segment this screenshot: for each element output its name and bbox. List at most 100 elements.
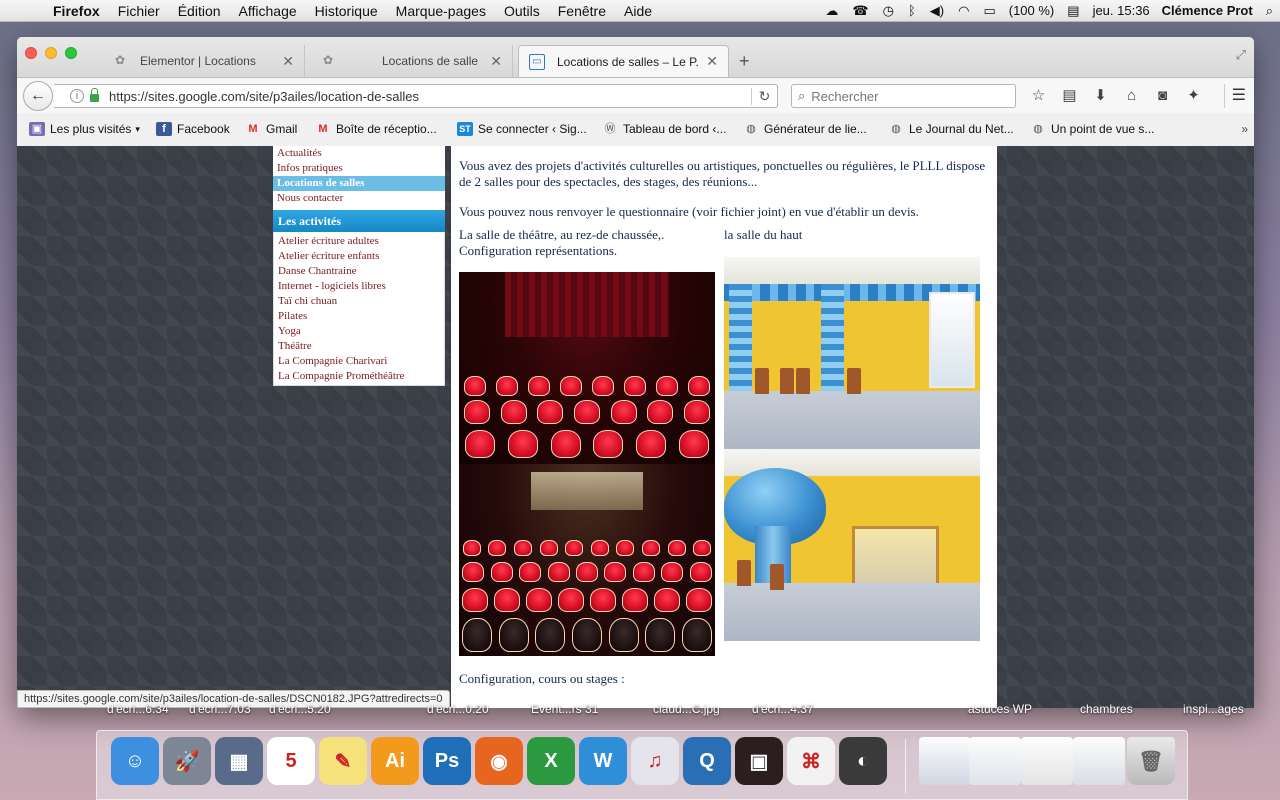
desktop-file-label[interactable]: d'écri...0.20 [427, 702, 489, 716]
search-input[interactable] [811, 88, 1002, 104]
mamp-icon[interactable]: ◐ [839, 737, 887, 785]
bookmark-les-plus-visites[interactable]: ▣ Les plus visités ▾ [29, 122, 140, 136]
theatre-photo-2[interactable] [459, 464, 715, 656]
bookmark-gmail[interactable]: M Gmail [245, 122, 297, 136]
recent-window-thumbnail[interactable] [1073, 737, 1125, 785]
close-window-button[interactable] [25, 47, 37, 59]
pocket-icon[interactable]: ◙ [1147, 84, 1178, 108]
bookmark-journal-du-net[interactable]: ◍ Le Journal du Net... [888, 122, 1014, 136]
menu-aide[interactable]: Aide [615, 3, 661, 19]
nav-danse-chantraine[interactable]: Danse Chantraine [274, 264, 444, 279]
quicktime-icon[interactable]: Q [683, 737, 731, 785]
menu-outils[interactable]: Outils [495, 3, 549, 19]
calendar-menu-icon[interactable]: ▤ [1060, 3, 1086, 19]
zoom-window-button[interactable] [65, 47, 77, 59]
menu-marque-pages[interactable]: Marque-pages [387, 3, 495, 19]
home-icon[interactable]: ⌂ [1116, 84, 1147, 108]
site-info-icon[interactable]: i [70, 89, 84, 103]
nav-locations-de-salles[interactable]: Locations de salles [273, 176, 445, 191]
word-icon[interactable]: W [579, 737, 627, 785]
reload-icon[interactable]: ↻ [751, 87, 777, 105]
trash-icon[interactable]: 🗑 [1127, 737, 1175, 785]
close-tab-icon[interactable]: ✕ [282, 53, 294, 70]
recent-window-thumbnail[interactable] [919, 737, 971, 785]
downloads-icon[interactable]: ⬇ [1085, 84, 1116, 108]
bookmark-se-connecter[interactable]: ST Se connecter ‹ Sig... [457, 122, 587, 136]
menubar-user[interactable]: Clémence Prot [1156, 3, 1259, 18]
tab-elementor-locations[interactable]: ✿ Elementor | Locations ✕ [102, 45, 305, 77]
battery-icon[interactable]: ▭ [976, 3, 1002, 19]
excel-icon[interactable]: X [527, 737, 575, 785]
bookmark-boite-reception[interactable]: M Boîte de réceptio... [315, 122, 436, 136]
photoshop-icon[interactable]: Ps [423, 737, 471, 785]
reading-list-icon[interactable]: ▤ [1054, 84, 1085, 108]
extension-icon[interactable]: ✦ [1178, 84, 1209, 108]
desktop-file-label[interactable]: inspi...ages [1183, 702, 1244, 716]
desktop-file-label[interactable]: astuces WP [968, 702, 1032, 716]
bookmark-tableau-de-bord[interactable]: Ⓦ Tableau de bord ‹... [602, 122, 727, 136]
menu-firefox[interactable]: Firefox [44, 3, 109, 19]
desktop-file-label[interactable]: Event...rs 31 [531, 702, 598, 716]
acrobat-icon[interactable]: ⌘ [787, 737, 835, 785]
desktop-file-label[interactable]: d'écri...7.03 [189, 702, 251, 716]
bookmarks-overflow-icon[interactable]: » [1241, 122, 1248, 136]
search-bar[interactable]: ⌕ [791, 84, 1016, 108]
desktop-file-label[interactable]: d'écri...4.37 [752, 702, 814, 716]
menubar-clock[interactable]: jeu. 15:36 [1087, 3, 1156, 18]
indesign-icon[interactable]: ▣ [735, 737, 783, 785]
finder-icon[interactable]: ☺ [111, 737, 159, 785]
bookmark-facebook[interactable]: f Facebook [156, 122, 230, 136]
tab-locations-de-salle[interactable]: ✿ Locations de salle ✕ [310, 45, 513, 77]
recent-window-thumbnail[interactable] [1021, 737, 1073, 785]
menu-affichage[interactable]: Affichage [230, 3, 306, 19]
nav-compagnie-charivari[interactable]: La Compagnie Charivari [274, 354, 444, 369]
url-bar[interactable]: i https://sites.google.com/site/p3ailes/… [54, 84, 778, 108]
url-text[interactable]: https://sites.google.com/site/p3ailes/lo… [109, 89, 751, 104]
illustrator-icon[interactable]: Ai [371, 737, 419, 785]
bookmark-star-icon[interactable]: ☆ [1023, 84, 1054, 108]
nav-pilates[interactable]: Pilates [274, 309, 444, 324]
menu-fenetre[interactable]: Fenêtre [549, 3, 615, 19]
nav-theatre[interactable]: Théâtre [274, 339, 444, 354]
bookmark-un-point-de-vue[interactable]: ◍ Un point de vue s... [1030, 122, 1154, 136]
stickies-icon[interactable]: ✎ [319, 737, 367, 785]
time-machine-icon[interactable]: ◷ [876, 3, 901, 19]
bookmark-generateur[interactable]: ◍ Générateur de lie... [743, 122, 867, 136]
new-tab-icon[interactable]: + [739, 51, 750, 72]
desktop-file-label[interactable]: claud...C.jpg [653, 702, 720, 716]
fullscreen-icon[interactable]: ⤢ [1236, 47, 1246, 63]
nav-yoga[interactable]: Yoga [274, 324, 444, 339]
cloud-upload-icon[interactable]: ☁ [818, 3, 845, 19]
nav-actualites[interactable]: Actualités [273, 146, 445, 161]
nav-infos-pratiques[interactable]: Infos pratiques [273, 161, 445, 176]
spotlight-search-icon[interactable]: ⌕ [1259, 3, 1280, 19]
upper-room-photo-2[interactable] [724, 449, 980, 641]
nav-compagnie-prometheatre[interactable]: La Compagnie Prométhéâtre [274, 369, 444, 384]
nav-atelier-ecriture-adultes[interactable]: Atelier écriture adultes [274, 234, 444, 249]
launchpad-icon[interactable]: 🚀 [163, 737, 211, 785]
desktop-file-label[interactable]: d'écri...6.34 [107, 702, 169, 716]
theatre-photo-1[interactable] [459, 272, 715, 464]
desktop-file-label[interactable]: chambres [1080, 702, 1133, 716]
firefox-icon[interactable]: ◉ [475, 737, 523, 785]
phone-icon[interactable]: ☎ [845, 3, 875, 19]
back-button[interactable]: ← [23, 81, 53, 111]
close-tab-icon[interactable]: ✕ [490, 53, 502, 70]
photo-browser-icon[interactable]: ▦ [215, 737, 263, 785]
desktop-file-label[interactable]: d'écri...5.20 [269, 702, 331, 716]
calendar-icon[interactable]: 5 [267, 737, 315, 785]
wifi-icon[interactable]: ◠ [951, 3, 976, 19]
itunes-icon[interactable]: ♫ [631, 737, 679, 785]
menu-edition[interactable]: Édition [169, 3, 230, 19]
tab-locations-de-salles-active[interactable]: ▭ Locations de salles – Le P... ✕ [518, 45, 729, 77]
lock-icon[interactable] [90, 87, 99, 102]
battery-percent[interactable]: (100 %) [1003, 3, 1061, 18]
upper-room-photo-1[interactable] [724, 257, 980, 449]
bluetooth-icon[interactable]: ᛒ [901, 3, 923, 18]
hamburger-menu-icon[interactable]: ☰ [1224, 84, 1246, 108]
nav-internet-logiciels-libres[interactable]: Internet - logiciels libres [274, 279, 444, 294]
menu-historique[interactable]: Historique [306, 3, 387, 19]
menu-fichier[interactable]: Fichier [109, 3, 169, 19]
nav-tai-chi-chuan[interactable]: Taï chi chuan [274, 294, 444, 309]
nav-atelier-ecriture-enfants[interactable]: Atelier écriture enfants [274, 249, 444, 264]
